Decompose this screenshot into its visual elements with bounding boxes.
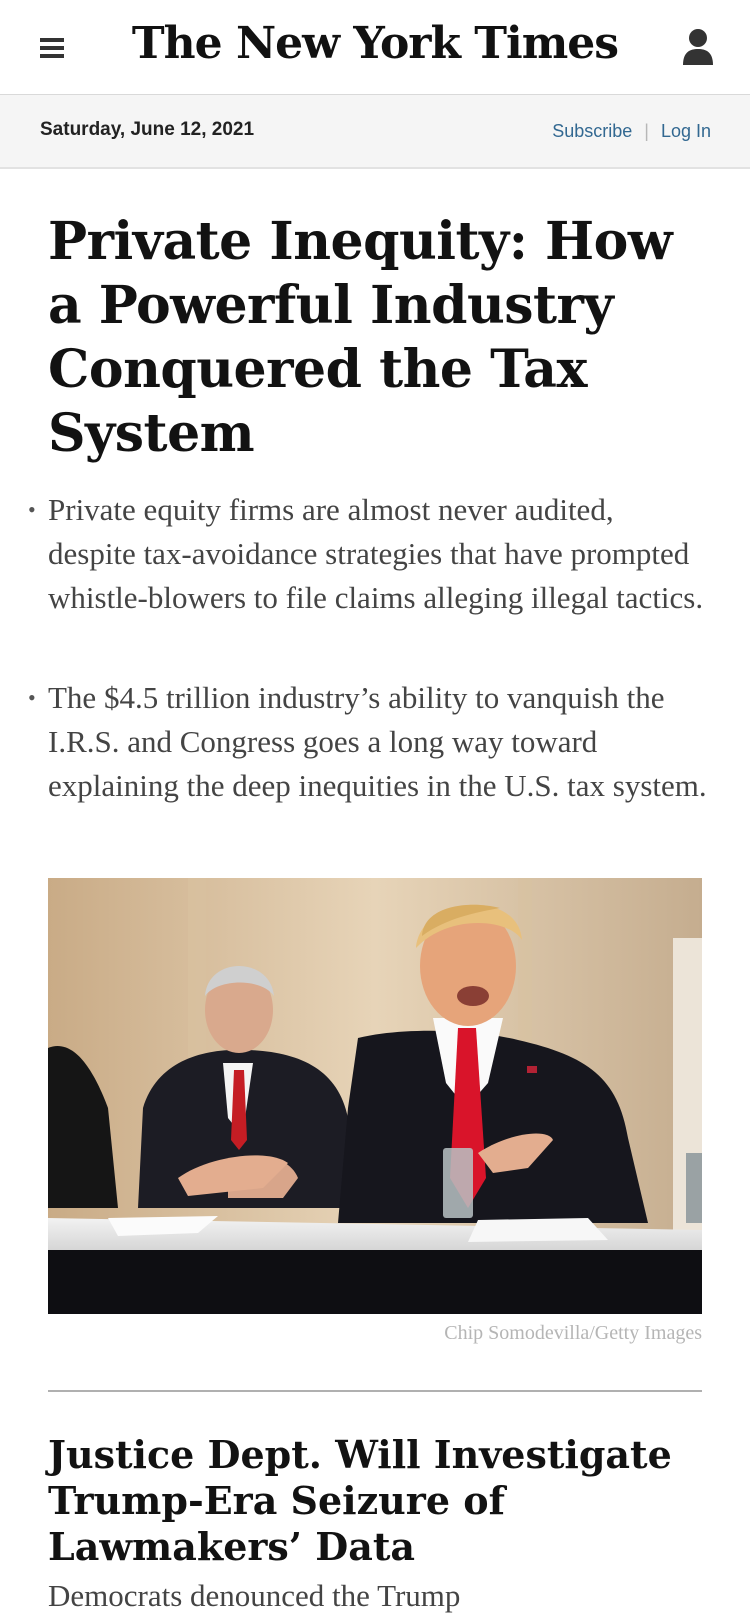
lead-story-headline[interactable]: Private Inequity: How a Powerful Industr… (48, 210, 708, 466)
second-story-headline[interactable]: Justice Dept. Will Investigate Trump-Era… (48, 1432, 708, 1570)
summary-text: The $4.5 trillion industry’s ability to … (48, 680, 707, 803)
second-story-teaser: Democrats denounced the Trump (48, 1578, 461, 1613)
current-date: Saturday, June 12, 2021 (40, 119, 255, 140)
bullet-icon: • (28, 685, 36, 710)
story-divider (48, 1390, 702, 1392)
summary-item: • Private equity firms are almost never … (28, 488, 708, 620)
user-account-icon[interactable] (682, 28, 714, 66)
link-separator: | (644, 121, 649, 141)
date-subscribe-bar: Saturday, June 12, 2021 Subscribe | Log In (0, 95, 750, 169)
bullet-icon: • (28, 497, 36, 522)
summary-item: • The $4.5 trillion industry’s ability t… (28, 676, 708, 808)
photo-credit: Chip Somodevilla/Getty Images (444, 1322, 702, 1344)
nyt-logo[interactable]: The New York Times (0, 18, 750, 69)
subscribe-link[interactable]: Subscribe (552, 121, 632, 141)
account-links: Subscribe | Log In (552, 121, 711, 142)
lead-story-photo[interactable] (48, 878, 702, 1314)
summary-text: Private equity firms are almost never au… (48, 492, 704, 615)
login-link[interactable]: Log In (661, 121, 711, 141)
top-navigation-bar: The New York Times (0, 0, 750, 95)
